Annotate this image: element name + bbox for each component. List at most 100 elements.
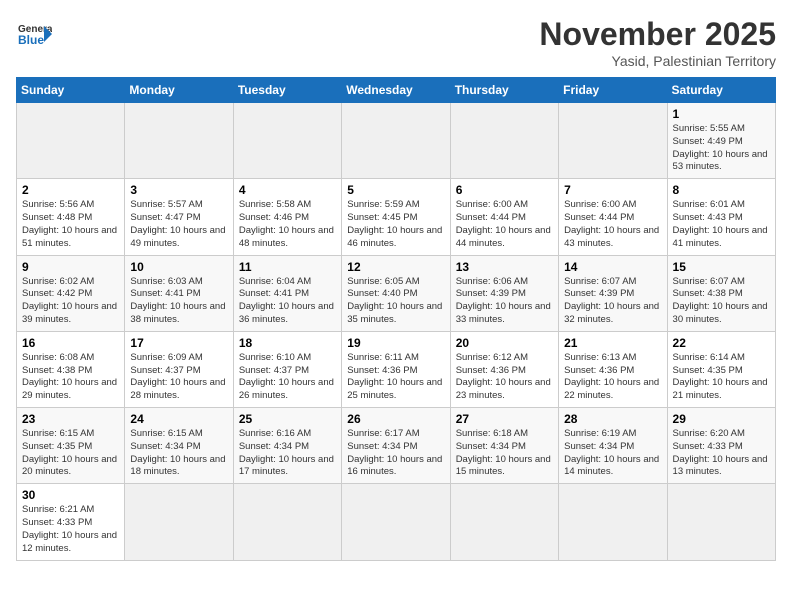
day-number: 8 bbox=[673, 183, 770, 197]
calendar-day-cell: 3 Sunrise: 5:57 AM Sunset: 4:47 PM Daylig… bbox=[125, 179, 233, 255]
day-number: 22 bbox=[673, 336, 770, 350]
calendar-week-row: 9 Sunrise: 6:02 AM Sunset: 4:42 PM Daylig… bbox=[17, 255, 776, 331]
calendar-day-cell bbox=[559, 484, 667, 560]
calendar-day-cell bbox=[233, 484, 341, 560]
day-info: Sunrise: 6:11 AM Sunset: 4:36 PM Dayligh… bbox=[347, 352, 444, 403]
day-number: 29 bbox=[673, 412, 770, 426]
calendar-day-cell bbox=[233, 103, 341, 179]
day-info: Sunrise: 6:10 AM Sunset: 4:37 PM Dayligh… bbox=[239, 352, 336, 403]
day-number: 7 bbox=[564, 183, 661, 197]
day-number: 18 bbox=[239, 336, 336, 350]
day-number: 3 bbox=[130, 183, 227, 197]
day-info: Sunrise: 6:12 AM Sunset: 4:36 PM Dayligh… bbox=[456, 352, 553, 403]
logo-icon: General Blue bbox=[16, 16, 52, 52]
calendar-day-cell: 11 Sunrise: 6:04 AM Sunset: 4:41 PM Dayli… bbox=[233, 255, 341, 331]
day-info: Sunrise: 6:19 AM Sunset: 4:34 PM Dayligh… bbox=[564, 428, 661, 479]
day-info: Sunrise: 6:06 AM Sunset: 4:39 PM Dayligh… bbox=[456, 276, 553, 327]
col-friday: Friday bbox=[559, 78, 667, 103]
location: Yasid, Palestinian Territory bbox=[539, 53, 776, 69]
day-number: 14 bbox=[564, 260, 661, 274]
col-monday: Monday bbox=[125, 78, 233, 103]
day-info: Sunrise: 6:00 AM Sunset: 4:44 PM Dayligh… bbox=[456, 199, 553, 250]
day-number: 11 bbox=[239, 260, 336, 274]
day-number: 10 bbox=[130, 260, 227, 274]
calendar-day-cell: 9 Sunrise: 6:02 AM Sunset: 4:42 PM Daylig… bbox=[17, 255, 125, 331]
col-tuesday: Tuesday bbox=[233, 78, 341, 103]
month-year: November 2025 bbox=[539, 16, 776, 53]
calendar-day-cell: 26Sunrise: 6:17 AM Sunset: 4:34 PM Dayli… bbox=[342, 408, 450, 484]
calendar-week-row: 16Sunrise: 6:08 AM Sunset: 4:38 PM Dayli… bbox=[17, 331, 776, 407]
day-number: 19 bbox=[347, 336, 444, 350]
day-info: Sunrise: 5:59 AM Sunset: 4:45 PM Dayligh… bbox=[347, 199, 444, 250]
calendar-day-cell: 12 Sunrise: 6:05 AM Sunset: 4:40 PM Dayli… bbox=[342, 255, 450, 331]
day-number: 27 bbox=[456, 412, 553, 426]
day-info: Sunrise: 6:16 AM Sunset: 4:34 PM Dayligh… bbox=[239, 428, 336, 479]
col-saturday: Saturday bbox=[667, 78, 775, 103]
calendar-day-cell bbox=[342, 103, 450, 179]
day-number: 21 bbox=[564, 336, 661, 350]
calendar-day-cell bbox=[17, 103, 125, 179]
calendar-day-cell: 20 Sunrise: 6:12 AM Sunset: 4:36 PM Dayli… bbox=[450, 331, 558, 407]
calendar-day-cell: 21 Sunrise: 6:13 AM Sunset: 4:36 PM Dayli… bbox=[559, 331, 667, 407]
day-info: Sunrise: 5:58 AM Sunset: 4:46 PM Dayligh… bbox=[239, 199, 336, 250]
calendar-day-cell bbox=[125, 103, 233, 179]
day-info: Sunrise: 6:15 AM Sunset: 4:35 PM Dayligh… bbox=[22, 428, 119, 479]
day-info: Sunrise: 6:00 AM Sunset: 4:44 PM Dayligh… bbox=[564, 199, 661, 250]
day-info: Sunrise: 6:13 AM Sunset: 4:36 PM Dayligh… bbox=[564, 352, 661, 403]
day-info: Sunrise: 6:03 AM Sunset: 4:41 PM Dayligh… bbox=[130, 276, 227, 327]
day-info: Sunrise: 6:09 AM Sunset: 4:37 PM Dayligh… bbox=[130, 352, 227, 403]
calendar-day-cell: 5 Sunrise: 5:59 AM Sunset: 4:45 PM Daylig… bbox=[342, 179, 450, 255]
calendar-day-cell: 28Sunrise: 6:19 AM Sunset: 4:34 PM Dayli… bbox=[559, 408, 667, 484]
calendar-day-cell: 1Sunrise: 5:55 AM Sunset: 4:49 PM Daylig… bbox=[667, 103, 775, 179]
day-number: 2 bbox=[22, 183, 119, 197]
day-info: Sunrise: 5:57 AM Sunset: 4:47 PM Dayligh… bbox=[130, 199, 227, 250]
calendar-day-cell: 14Sunrise: 6:07 AM Sunset: 4:39 PM Dayli… bbox=[559, 255, 667, 331]
day-number: 5 bbox=[347, 183, 444, 197]
calendar-day-cell bbox=[667, 484, 775, 560]
day-number: 20 bbox=[456, 336, 553, 350]
day-info: Sunrise: 6:18 AM Sunset: 4:34 PM Dayligh… bbox=[456, 428, 553, 479]
day-number: 13 bbox=[456, 260, 553, 274]
calendar-day-cell: 24 Sunrise: 6:15 AM Sunset: 4:34 PM Dayli… bbox=[125, 408, 233, 484]
calendar-day-cell: 6 Sunrise: 6:00 AM Sunset: 4:44 PM Daylig… bbox=[450, 179, 558, 255]
calendar-day-cell: 7 Sunrise: 6:00 AM Sunset: 4:44 PM Daylig… bbox=[559, 179, 667, 255]
day-number: 9 bbox=[22, 260, 119, 274]
day-number: 30 bbox=[22, 488, 119, 502]
calendar-day-cell bbox=[125, 484, 233, 560]
logo: General Blue bbox=[16, 16, 52, 52]
day-info: Sunrise: 6:02 AM Sunset: 4:42 PM Dayligh… bbox=[22, 276, 119, 327]
calendar-header-row: Sunday Monday Tuesday Wednesday Thursday… bbox=[17, 78, 776, 103]
calendar-day-cell: 17Sunrise: 6:09 AM Sunset: 4:37 PM Dayli… bbox=[125, 331, 233, 407]
day-number: 12 bbox=[347, 260, 444, 274]
calendar-day-cell: 16Sunrise: 6:08 AM Sunset: 4:38 PM Dayli… bbox=[17, 331, 125, 407]
calendar-day-cell: 23Sunrise: 6:15 AM Sunset: 4:35 PM Dayli… bbox=[17, 408, 125, 484]
calendar-week-row: 30Sunrise: 6:21 AM Sunset: 4:33 PM Dayli… bbox=[17, 484, 776, 560]
calendar-day-cell: 13 Sunrise: 6:06 AM Sunset: 4:39 PM Dayli… bbox=[450, 255, 558, 331]
day-number: 24 bbox=[130, 412, 227, 426]
day-info: Sunrise: 6:20 AM Sunset: 4:33 PM Dayligh… bbox=[673, 428, 770, 479]
day-info: Sunrise: 6:08 AM Sunset: 4:38 PM Dayligh… bbox=[22, 352, 119, 403]
svg-text:Blue: Blue bbox=[18, 33, 44, 47]
day-info: Sunrise: 5:56 AM Sunset: 4:48 PM Dayligh… bbox=[22, 199, 119, 250]
calendar-day-cell: 30Sunrise: 6:21 AM Sunset: 4:33 PM Dayli… bbox=[17, 484, 125, 560]
col-thursday: Thursday bbox=[450, 78, 558, 103]
title-block: November 2025 Yasid, Palestinian Territo… bbox=[539, 16, 776, 69]
day-number: 15 bbox=[673, 260, 770, 274]
day-info: Sunrise: 6:04 AM Sunset: 4:41 PM Dayligh… bbox=[239, 276, 336, 327]
calendar-day-cell bbox=[450, 103, 558, 179]
day-info: Sunrise: 6:05 AM Sunset: 4:40 PM Dayligh… bbox=[347, 276, 444, 327]
calendar-day-cell: 10 Sunrise: 6:03 AM Sunset: 4:41 PM Dayli… bbox=[125, 255, 233, 331]
col-wednesday: Wednesday bbox=[342, 78, 450, 103]
calendar-day-cell: 8Sunrise: 6:01 AM Sunset: 4:43 PM Daylig… bbox=[667, 179, 775, 255]
day-number: 4 bbox=[239, 183, 336, 197]
calendar-day-cell: 15Sunrise: 6:07 AM Sunset: 4:38 PM Dayli… bbox=[667, 255, 775, 331]
day-info: Sunrise: 6:15 AM Sunset: 4:34 PM Dayligh… bbox=[130, 428, 227, 479]
day-number: 1 bbox=[673, 107, 770, 121]
day-number: 26 bbox=[347, 412, 444, 426]
col-sunday: Sunday bbox=[17, 78, 125, 103]
calendar-day-cell: 19 Sunrise: 6:11 AM Sunset: 4:36 PM Dayli… bbox=[342, 331, 450, 407]
calendar-table: Sunday Monday Tuesday Wednesday Thursday… bbox=[16, 77, 776, 561]
day-number: 25 bbox=[239, 412, 336, 426]
day-number: 6 bbox=[456, 183, 553, 197]
calendar-day-cell bbox=[342, 484, 450, 560]
